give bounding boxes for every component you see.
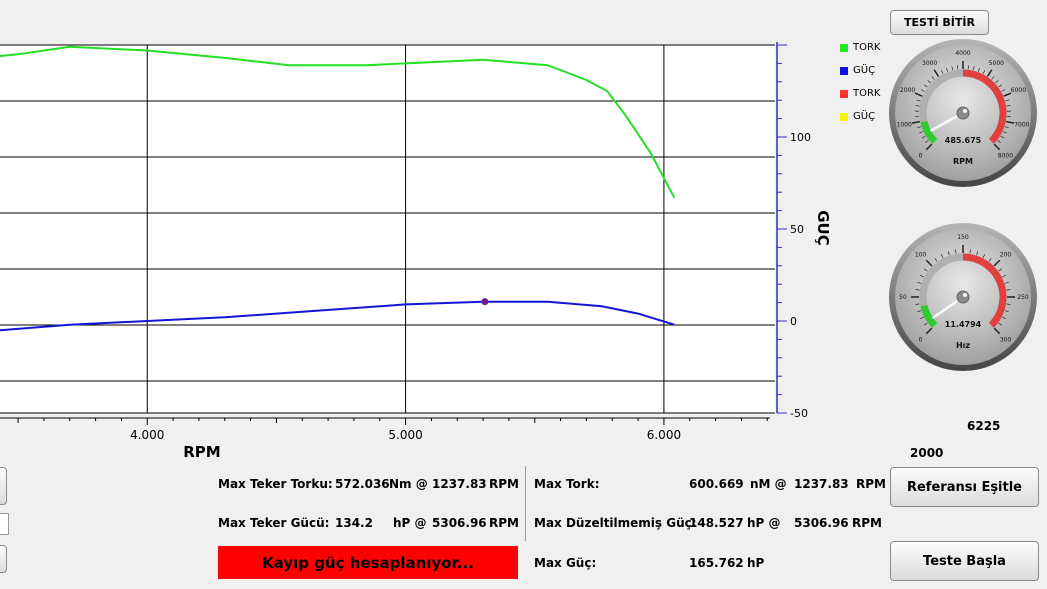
gauge-value: 11.4794 <box>945 320 982 329</box>
gauge-tick-label: 100 <box>915 252 927 259</box>
gauge-tick-label: 8000 <box>998 152 1013 159</box>
max-wheel-torque-value: 572.036 <box>335 477 390 491</box>
x-tick-label: 4.000 <box>130 428 164 442</box>
gauge-tick-label: 2000 <box>900 87 915 94</box>
legend-swatch <box>840 112 848 121</box>
y-tick-label: -50 <box>790 407 808 420</box>
max-wheel-power-rpm-unit: RPM <box>489 516 519 530</box>
max-wheel-torque-rpm-unit: RPM <box>489 477 519 491</box>
max-power-marker <box>481 298 489 306</box>
x-tick-label: 6.000 <box>647 428 681 442</box>
legend-label: GÜÇ <box>853 65 876 76</box>
max-torque-value: 600.669 <box>689 477 744 491</box>
legend-label: GÜÇ <box>853 111 876 122</box>
plot-area <box>0 45 775 413</box>
gauge-hub-highlight <box>963 109 967 113</box>
legend-label: TORK <box>853 88 881 99</box>
gauge-hub <box>956 290 970 304</box>
gauge-tick-label: 0 <box>919 152 923 159</box>
legend-swatch <box>840 89 848 98</box>
max-wheel-torque-unit: Nm @ <box>389 477 428 491</box>
gauge-tick-label: 300 <box>1000 336 1012 343</box>
gauge-tick-label: 50 <box>899 294 907 301</box>
max-wheel-power-rpm: 5306.96 <box>432 516 487 530</box>
gauge-hub-highlight <box>963 293 967 297</box>
gauge-tick-label: 7000 <box>1014 122 1029 129</box>
gauge-tick-label: 4000 <box>955 50 970 57</box>
max-torque-unit: nM @ <box>750 477 787 491</box>
max-torque-rpm-unit: RPM <box>856 477 886 491</box>
x-tick-label: 5.000 <box>388 428 422 442</box>
end-test-button[interactable]: TESTİ BİTİR <box>890 10 989 35</box>
legend-label: TORK <box>853 42 881 53</box>
max-wheel-torque-label: Max Teker Torku: <box>218 477 333 491</box>
max-torque-label: Max Tork: <box>534 477 600 491</box>
max-uncorrected-power-value: 148.527 <box>689 516 744 530</box>
max-torque-rpm: 1237.83 <box>794 477 849 491</box>
y-axis-label: GÜÇ <box>814 210 830 246</box>
y-tick-label: 100 <box>790 131 811 144</box>
rpm-extra-value: 6225 <box>967 419 1001 433</box>
max-uncorrected-power-label: Max Düzeltilmemiş Güç: <box>534 516 697 530</box>
left-partial-button-2[interactable] <box>0 545 7 573</box>
stats-divider <box>525 466 526 541</box>
match-reference-button[interactable]: Referansı Eşitle <box>890 467 1039 507</box>
x-axis-label: RPM <box>183 443 220 461</box>
speed-extra-value: 2000 <box>910 446 944 460</box>
gauge-tick-label: 150 <box>957 234 969 241</box>
gauge-unit: RPM <box>953 157 973 166</box>
gauge-tick-label: 200 <box>1000 252 1012 259</box>
left-partial-input[interactable] <box>0 513 9 535</box>
max-wheel-power-label: Max Teker Gücü: <box>218 516 330 530</box>
legend-item: TORK <box>840 42 881 53</box>
max-power-unit: hP <box>747 556 765 570</box>
gauge-value: 485.675 <box>945 136 982 145</box>
gauge-tick-label: 1000 <box>897 122 912 129</box>
y-tick-label: 0 <box>790 315 797 328</box>
y-tick-label: 50 <box>790 223 804 236</box>
gauge-unit: Hız <box>956 341 970 350</box>
legend-item: GÜÇ <box>840 65 875 76</box>
max-uncorrected-power-rpm-unit: RPM <box>852 516 882 530</box>
gauge-tick-label: 3000 <box>922 60 937 67</box>
legend-swatch <box>840 66 848 75</box>
speed-gauge: 0 50 100 150 200 250 300 11.4794 Hız <box>889 223 1037 371</box>
max-power-value: 165.762 <box>689 556 744 570</box>
legend-item: TORK <box>840 88 881 99</box>
max-wheel-torque-rpm: 1237.83 <box>432 477 487 491</box>
dyno-chart: 100 50 0 -50 GÜÇ 4.000 5.000 6.000 RPM <box>0 42 830 461</box>
max-uncorrected-power-rpm: 5306.96 <box>794 516 849 530</box>
max-wheel-power-unit: hP @ <box>393 516 427 530</box>
max-uncorrected-power-unit: hP @ <box>747 516 781 530</box>
gauge-tick-label: 250 <box>1017 294 1029 301</box>
gauge-tick-label: 5000 <box>989 60 1004 67</box>
gauge-hub <box>956 106 970 120</box>
gauge-tick-label: 6000 <box>1011 87 1026 94</box>
status-bar: Kayıp güç hesaplanıyor... <box>218 546 518 579</box>
legend-swatch <box>840 43 848 52</box>
max-wheel-power-value: 134.2 <box>335 516 373 530</box>
chart-grid <box>0 44 775 414</box>
rpm-gauge: 0 1000 2000 3000 4000 5000 6000 7000 8000 485.675… <box>889 39 1037 187</box>
max-power-label: Max Güç: <box>534 556 597 570</box>
legend-item: GÜÇ <box>840 111 875 122</box>
start-test-button[interactable]: Teste Başla <box>890 541 1039 581</box>
gauge-tick-label: 0 <box>919 336 923 343</box>
left-partial-button[interactable] <box>0 467 7 505</box>
